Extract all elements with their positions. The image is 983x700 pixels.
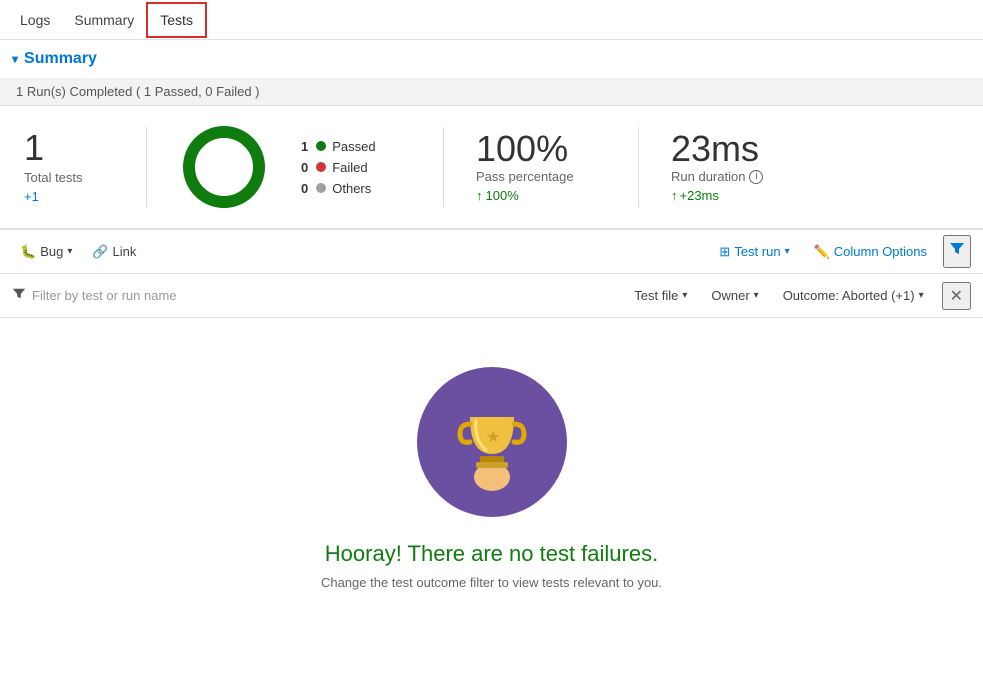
svg-text:★: ★ — [486, 429, 500, 446]
legend-failed: 0 Failed — [301, 160, 411, 175]
link-icon: 🔗 — [92, 244, 108, 260]
pass-pct-delta: 100% — [476, 188, 606, 203]
total-tests-count: 1 — [24, 130, 114, 166]
test-file-chevron-icon: ▾ — [682, 290, 687, 301]
summary-header[interactable]: ▾ Summary — [0, 40, 983, 78]
filter-bar-left: Filter by test or run name — [12, 287, 177, 304]
pass-percentage-block: 100% Pass percentage 100% — [476, 131, 606, 203]
failed-dot — [316, 162, 326, 172]
total-tests-delta: +1 — [24, 189, 114, 204]
failed-label: Failed — [332, 160, 367, 175]
toolbar-right: ⊞ Test run ▾ ✏️ Column Options — [711, 235, 971, 268]
bug-button[interactable]: 🐛 Bug ▾ — [12, 240, 80, 264]
passed-label: Passed — [332, 139, 375, 154]
divider-3 — [638, 127, 639, 207]
tab-logs[interactable]: Logs — [8, 4, 62, 36]
filter-icon-button[interactable] — [943, 235, 971, 268]
chevron-icon: ▾ — [12, 52, 18, 66]
donut-svg — [179, 122, 269, 212]
run-summary-text: 1 Run(s) Completed ( 1 Passed, 0 Failed … — [16, 84, 260, 99]
run-duration-block: 23ms Run duration i ↑ +23ms — [671, 131, 821, 203]
passed-dot — [316, 141, 326, 151]
close-filter-button[interactable]: ✕ — [942, 282, 971, 310]
column-options-icon: ✏️ — [814, 244, 830, 260]
run-duration-label: Run duration i — [671, 169, 821, 184]
test-file-dropdown[interactable]: Test file ▾ — [628, 284, 693, 307]
total-tests-block: 1 Total tests +1 — [24, 130, 114, 204]
pass-pct-value: 100% — [476, 131, 606, 167]
summary-section: ▾ Summary 1 Run(s) Completed ( 1 Passed,… — [0, 40, 983, 230]
divider-2 — [443, 127, 444, 207]
owner-chevron-icon: ▾ — [754, 290, 759, 301]
divider-1 — [146, 127, 147, 207]
others-dot — [316, 183, 326, 193]
column-options-button[interactable]: ✏️ Column Options — [806, 240, 935, 264]
run-duration-value: 23ms — [671, 131, 821, 167]
trophy-svg: ★ — [432, 382, 552, 502]
summary-title: Summary — [24, 50, 97, 68]
tab-tests[interactable]: Tests — [146, 2, 207, 38]
others-count: 0 — [301, 181, 308, 196]
outcome-chevron-icon: ▾ — [919, 290, 924, 301]
filter-funnel-icon — [12, 287, 26, 304]
filter-placeholder[interactable]: Filter by test or run name — [32, 288, 177, 303]
owner-dropdown[interactable]: Owner ▾ — [705, 284, 764, 307]
test-run-button[interactable]: ⊞ Test run ▾ — [711, 240, 797, 264]
legend: 1 Passed 0 Failed 0 Others — [301, 139, 411, 196]
test-run-chevron-icon: ▾ — [785, 246, 790, 257]
trophy-illustration: ★ — [417, 367, 567, 517]
bug-chevron-icon: ▾ — [67, 246, 72, 257]
donut-chart — [179, 122, 269, 212]
main-content: ★ Hooray! There are no test failures. Ch… — [0, 318, 983, 638]
run-duration-info-icon[interactable]: i — [749, 170, 763, 184]
stats-content: 1 Total tests +1 1 Passed 0 F — [0, 106, 983, 229]
stats-bar: 1 Run(s) Completed ( 1 Passed, 0 Failed … — [0, 78, 983, 106]
test-run-icon: ⊞ — [719, 244, 730, 260]
outcome-dropdown[interactable]: Outcome: Aborted (+1) ▾ — [777, 284, 930, 307]
funnel-icon — [949, 241, 965, 257]
passed-count: 1 — [301, 139, 308, 154]
hooray-message: Hooray! There are no test failures. — [325, 541, 658, 567]
sub-message: Change the test outcome filter to view t… — [321, 575, 662, 590]
legend-passed: 1 Passed — [301, 139, 411, 154]
legend-others: 0 Others — [301, 181, 411, 196]
filter-bar: Filter by test or run name Test file ▾ O… — [0, 274, 983, 318]
toolbar-left: 🐛 Bug ▾ 🔗 Link — [12, 240, 144, 264]
failed-count: 0 — [301, 160, 308, 175]
run-duration-delta: ↑ +23ms — [671, 188, 821, 203]
pass-pct-label: Pass percentage — [476, 169, 606, 184]
top-nav: Logs Summary Tests — [0, 0, 983, 40]
total-tests-label: Total tests — [24, 170, 114, 185]
tab-summary[interactable]: Summary — [62, 4, 146, 36]
toolbar: 🐛 Bug ▾ 🔗 Link ⊞ Test run ▾ ✏️ Column Op… — [0, 230, 983, 274]
link-button[interactable]: 🔗 Link — [84, 240, 144, 264]
up-arrow-icon: ↑ — [671, 188, 678, 203]
bug-icon: 🐛 — [20, 244, 36, 260]
filter-bar-right: Test file ▾ Owner ▾ Outcome: Aborted (+1… — [628, 282, 971, 310]
others-label: Others — [332, 181, 371, 196]
